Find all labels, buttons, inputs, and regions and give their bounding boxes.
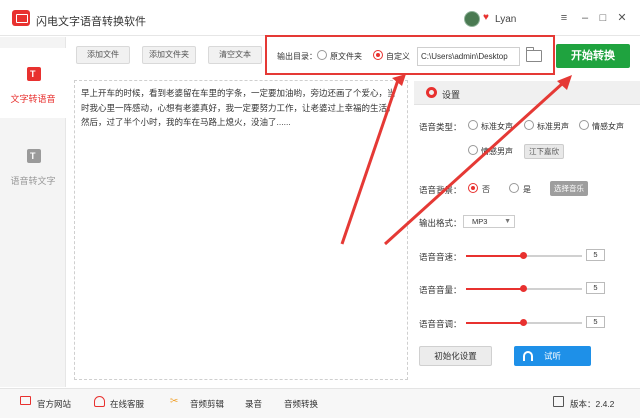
version-icon <box>553 396 564 407</box>
minimize-button[interactable]: – <box>578 11 592 25</box>
audio-edit-link[interactable]: 音频剪辑 <box>190 398 224 410</box>
voice-tag-button[interactable]: 江下嘉欣 <box>524 144 564 159</box>
sidebar-item-label: 文字转语音 <box>10 94 56 104</box>
volume-slider-track[interactable] <box>524 288 582 290</box>
record-link[interactable]: 录音 <box>245 398 262 410</box>
menu-icon[interactable]: ≡ <box>557 11 571 25</box>
support-icon <box>94 396 105 407</box>
voice-option-label: 情感女声 <box>592 122 624 131</box>
voice-option-label: 情感男声 <box>481 147 513 156</box>
background-yes-radio[interactable] <box>509 183 519 193</box>
start-convert-button[interactable]: 开始转换 <box>556 44 630 68</box>
headphone-icon <box>523 351 533 361</box>
custom-folder-label: 自定义 <box>386 52 410 61</box>
custom-folder-radio[interactable] <box>373 50 383 60</box>
init-settings-button[interactable]: 初始化设置 <box>419 346 492 366</box>
output-path-input[interactable] <box>417 47 520 66</box>
voice-option-radio[interactable] <box>579 120 589 130</box>
gear-icon <box>426 87 437 98</box>
volume-label: 语音音量： <box>419 285 462 295</box>
speed-slider-fill <box>466 255 524 257</box>
app-title: 闪电文字语音转换软件 <box>36 16 146 28</box>
speed-label: 语音音速： <box>419 252 462 262</box>
sidebar-item-label: 语音转文字 <box>10 176 56 186</box>
format-label: 输出格式： <box>419 218 462 228</box>
maximize-button[interactable]: □ <box>596 11 610 25</box>
format-select[interactable]: MP3 ▼ <box>463 215 515 228</box>
volume-slider-fill <box>466 288 524 290</box>
pitch-slider-track[interactable] <box>524 322 582 324</box>
original-folder-radio[interactable] <box>317 50 327 60</box>
settings-title: 设置 <box>442 90 461 100</box>
add-folder-button[interactable]: 添加文件夹 <box>142 46 196 64</box>
folder-icon[interactable] <box>526 47 542 62</box>
pitch-value[interactable]: 5 <box>586 316 605 328</box>
volume-value[interactable]: 5 <box>586 282 605 294</box>
voice-option-label: 标准男声 <box>537 122 569 131</box>
voice-option-radio[interactable] <box>524 120 534 130</box>
background-no-label: 否 <box>482 185 490 194</box>
voice-option-radio[interactable] <box>468 120 478 130</box>
scissor-icon: ✂ <box>170 396 179 407</box>
voice-type-label: 语音类型： <box>419 122 462 132</box>
format-value: MP3 <box>472 217 488 226</box>
sidebar-item-text-to-speech[interactable]: 文字转语音 <box>0 48 66 118</box>
support-link[interactable]: 在线客服 <box>110 398 144 410</box>
close-button[interactable]: ✕ <box>615 11 629 25</box>
avatar[interactable] <box>464 11 480 27</box>
add-file-button[interactable]: 添加文件 <box>76 46 130 64</box>
pitch-slider-fill <box>466 322 524 324</box>
audio-convert-link[interactable]: 音频转换 <box>284 398 318 410</box>
app-logo-icon <box>12 10 30 26</box>
volume-slider-knob[interactable] <box>520 285 527 292</box>
text-content: 早上开车的时候，看到老婆留在车里的字条，一定要加油哟，旁边还画了个爱心，当时我心… <box>81 88 396 127</box>
speed-value[interactable]: 5 <box>586 249 605 261</box>
user-name[interactable]: Lyan <box>495 14 516 25</box>
sidebar-item-speech-to-text[interactable]: 语音转文字 <box>0 130 66 200</box>
listen-label: 试听 <box>543 351 561 361</box>
background-yes-label: 是 <box>523 185 531 194</box>
website-link[interactable]: 官方网站 <box>37 398 71 410</box>
pitch-slider-knob[interactable] <box>520 319 527 326</box>
output-label: 输出目录： <box>277 52 317 61</box>
choose-music-button[interactable]: 选择音乐 <box>550 181 588 196</box>
speech-to-text-icon <box>27 149 41 163</box>
version-text: 版本：2.4.2 <box>570 399 615 409</box>
background-no-radio[interactable] <box>468 183 478 193</box>
voice-option-label: 标准女声 <box>481 122 513 131</box>
voice-option-radio[interactable] <box>468 145 478 155</box>
pitch-label: 语音音调： <box>419 319 462 329</box>
chevron-down-icon: ▼ <box>504 218 511 225</box>
text-to-speech-icon <box>27 67 41 81</box>
speed-slider-track[interactable] <box>524 255 582 257</box>
settings-header: 设置 <box>414 81 640 105</box>
clear-text-button[interactable]: 清空文本 <box>208 46 262 64</box>
background-label: 语音背景： <box>419 185 462 195</box>
original-folder-label: 原文件夹 <box>330 52 362 61</box>
heart-icon: ♥ <box>483 12 489 23</box>
speed-slider-knob[interactable] <box>520 252 527 259</box>
monitor-icon <box>20 396 31 405</box>
text-input-area[interactable]: 早上开车的时候，看到老婆留在车里的字条，一定要加油哟，旁边还画了个爱心，当时我心… <box>74 80 408 380</box>
